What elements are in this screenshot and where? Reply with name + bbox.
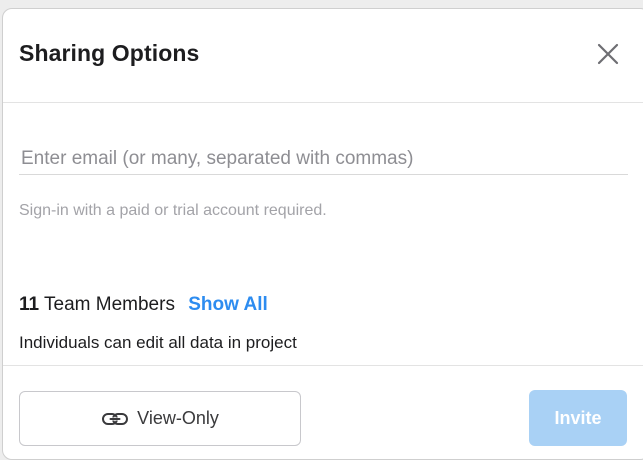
link-icon	[102, 412, 129, 425]
sharing-options-dialog: Sharing Options Sign-in with a paid or t…	[2, 8, 643, 460]
dialog-title: Sharing Options	[19, 40, 200, 66]
team-members-line: 11 Team Members Show All	[19, 294, 268, 316]
invite-button[interactable]: Invite	[529, 390, 627, 446]
team-members-label: Team Members	[44, 294, 175, 315]
show-all-link[interactable]: Show All	[188, 294, 268, 315]
view-only-button[interactable]: View-Only	[19, 391, 301, 446]
email-input[interactable]	[19, 143, 628, 175]
close-icon	[597, 43, 619, 65]
invite-label: Invite	[554, 407, 602, 428]
permission-description: Individuals can edit all data in project	[19, 333, 297, 352]
close-button[interactable]	[595, 41, 621, 67]
account-requirement-hint: Sign-in with a paid or trial account req…	[19, 202, 327, 219]
dialog-footer: View-Only Invite	[3, 365, 643, 459]
team-members-count: 11	[19, 294, 40, 315]
view-only-label: View-Only	[137, 408, 219, 428]
dialog-header: Sharing Options	[3, 9, 643, 103]
